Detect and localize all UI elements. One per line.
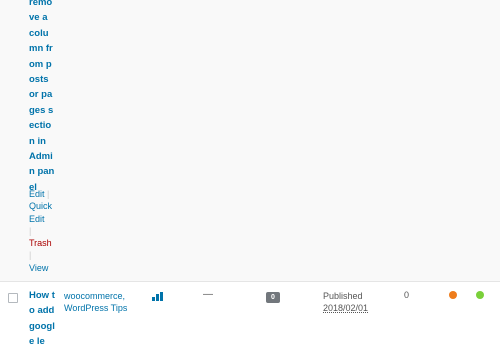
bar-chart-icon[interactable] bbox=[152, 292, 164, 301]
view-link[interactable]: View bbox=[29, 262, 55, 274]
readability-score-icon bbox=[476, 291, 484, 299]
trash-link[interactable]: Trash bbox=[29, 237, 55, 249]
link-count: 0 bbox=[404, 290, 410, 300]
post-title-link[interactable]: remove a column from posts or pages sect… bbox=[29, 0, 55, 195]
edit-link[interactable]: Edit bbox=[29, 189, 45, 199]
status-label: Published bbox=[323, 291, 363, 301]
table-row: How to add google le woocommerce, WordPr… bbox=[0, 281, 500, 351]
table-row: remove a column from posts or pages sect… bbox=[0, 0, 500, 281]
separator: | bbox=[29, 225, 32, 236]
quick-edit-link[interactable]: Quick Edit bbox=[29, 200, 55, 225]
date-value: 2018/02/01 bbox=[323, 303, 369, 313]
separator: | bbox=[47, 189, 50, 199]
categories-links[interactable]: woocommerce, WordPress Tips bbox=[64, 290, 134, 314]
tags-value: — bbox=[203, 289, 213, 300]
seo-score-icon bbox=[449, 291, 457, 299]
separator: | bbox=[29, 250, 32, 261]
publish-date: Published 2018/02/01 bbox=[323, 290, 368, 314]
row-actions: Edit | Quick Edit | Trash | View bbox=[29, 188, 55, 274]
post-title-link[interactable]: How to add google le bbox=[29, 288, 55, 350]
row-checkbox[interactable] bbox=[8, 293, 18, 303]
comment-count-badge[interactable]: 0 bbox=[266, 292, 280, 303]
